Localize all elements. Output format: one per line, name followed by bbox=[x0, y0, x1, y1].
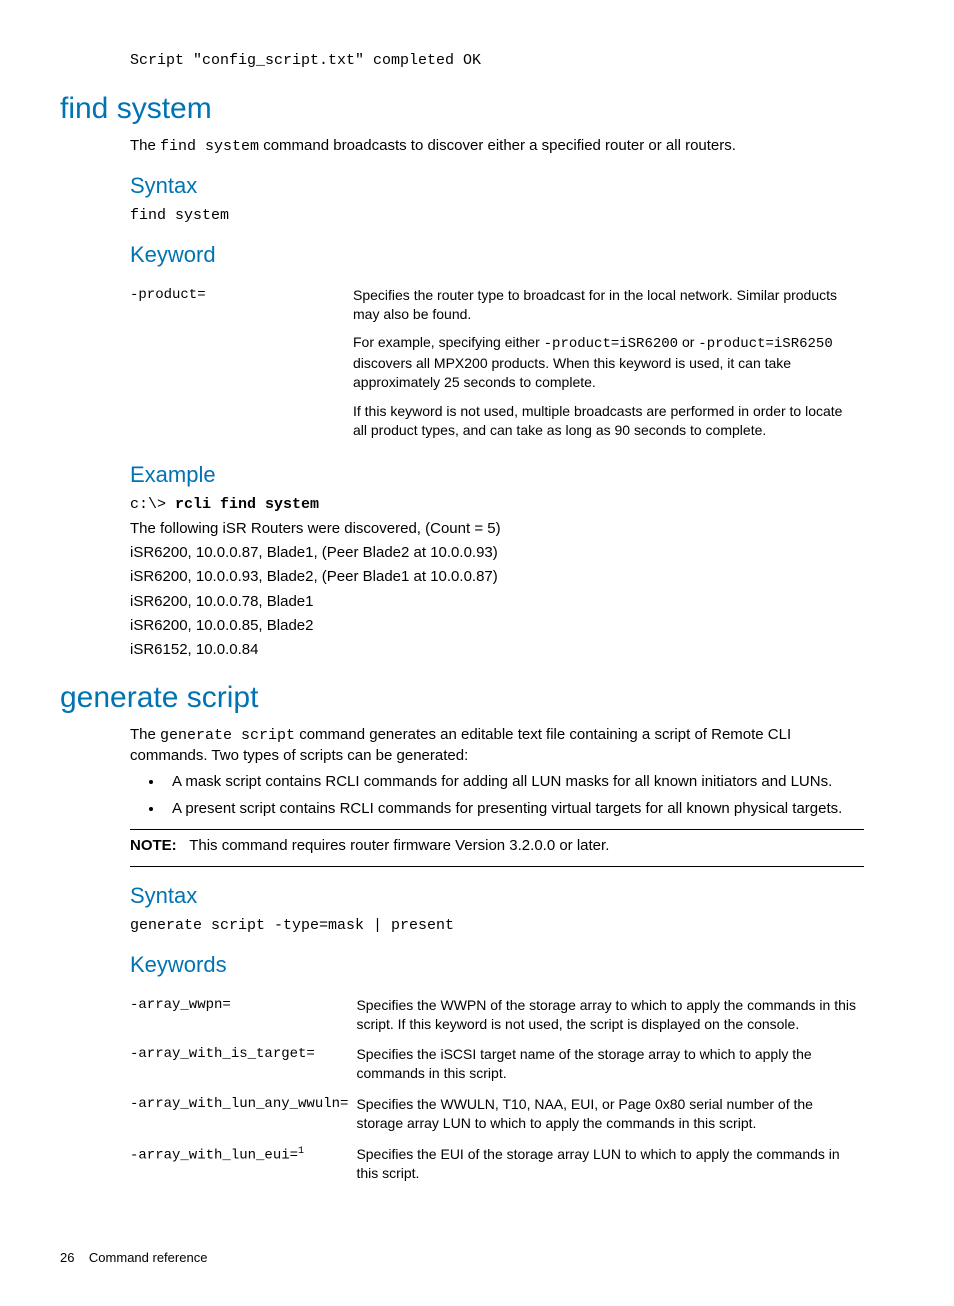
keyword-name: -array_wwpn= bbox=[130, 990, 356, 1040]
table-row: -array_wwpn= Specifies the WWPN of the s… bbox=[130, 990, 864, 1040]
example-output-line: The following iSR Routers were discovere… bbox=[130, 519, 864, 539]
keyword-table: -product= Specifies the router type to b… bbox=[130, 280, 864, 446]
note: NOTE: This command requires router firmw… bbox=[130, 836, 864, 856]
keywords-table: -array_wwpn= Specifies the WWPN of the s… bbox=[130, 990, 864, 1189]
page-number: 26 bbox=[60, 1250, 74, 1265]
keyword-desc: Specifies the iSCSI target name of the s… bbox=[356, 1039, 864, 1089]
keyword-name: -array_with_is_target= bbox=[130, 1039, 356, 1089]
keyword-desc: Specifies the WWPN of the storage array … bbox=[356, 990, 864, 1040]
divider bbox=[130, 829, 864, 830]
list-item: A mask script contains RCLI commands for… bbox=[164, 772, 864, 792]
keyword-desc: Specifies the router type to broadcast f… bbox=[353, 280, 864, 446]
example-output-line: iSR6200, 10.0.0.93, Blade2, (Peer Blade1… bbox=[130, 567, 864, 587]
script-types-list: A mask script contains RCLI commands for… bbox=[130, 772, 864, 819]
example-output-line: iSR6152, 10.0.0.84 bbox=[130, 640, 864, 660]
keyword-name: -product= bbox=[130, 280, 353, 446]
keyword-desc: Specifies the WWULN, T10, NAA, EUI, or P… bbox=[356, 1089, 864, 1139]
divider bbox=[130, 866, 864, 867]
syntax-heading: Syntax bbox=[130, 881, 864, 911]
table-row: -array_with_lun_any_wwuln= Specifies the… bbox=[130, 1089, 864, 1139]
table-row: -array_with_lun_eui=1 Specifies the EUI … bbox=[130, 1139, 864, 1189]
keywords-heading: Keywords bbox=[130, 950, 864, 980]
example-command: c:\> rcli find system bbox=[130, 494, 864, 515]
table-row: -array_with_is_target= Specifies the iSC… bbox=[130, 1039, 864, 1089]
example-heading: Example bbox=[130, 460, 864, 490]
keyword-name: -array_with_lun_eui=1 bbox=[130, 1139, 356, 1189]
example-output-line: iSR6200, 10.0.0.87, Blade1, (Peer Blade2… bbox=[130, 543, 864, 563]
page-footer: 26 Command reference bbox=[60, 1249, 864, 1267]
find-system-intro: The find system command broadcasts to di… bbox=[130, 136, 864, 157]
footer-label: Command reference bbox=[89, 1250, 208, 1265]
list-item: A present script contains RCLI commands … bbox=[164, 799, 864, 819]
keyword-heading: Keyword bbox=[130, 240, 864, 270]
syntax-text: generate script -type=mask | present bbox=[130, 917, 454, 934]
generate-script-intro: The generate script command generates an… bbox=[130, 725, 864, 767]
syntax-text: find system bbox=[130, 207, 229, 224]
example-output-line: iSR6200, 10.0.0.78, Blade1 bbox=[130, 592, 864, 612]
syntax-heading: Syntax bbox=[130, 171, 864, 201]
section-heading-generate-script: generate script bbox=[60, 678, 864, 719]
keyword-name: -array_with_lun_any_wwuln= bbox=[130, 1089, 356, 1139]
example-output-line: iSR6200, 10.0.0.85, Blade2 bbox=[130, 616, 864, 636]
section-heading-find-system: find system bbox=[60, 89, 864, 130]
keyword-desc: Specifies the EUI of the storage array L… bbox=[356, 1139, 864, 1189]
previous-output: Script "config_script.txt" completed OK bbox=[130, 52, 481, 69]
